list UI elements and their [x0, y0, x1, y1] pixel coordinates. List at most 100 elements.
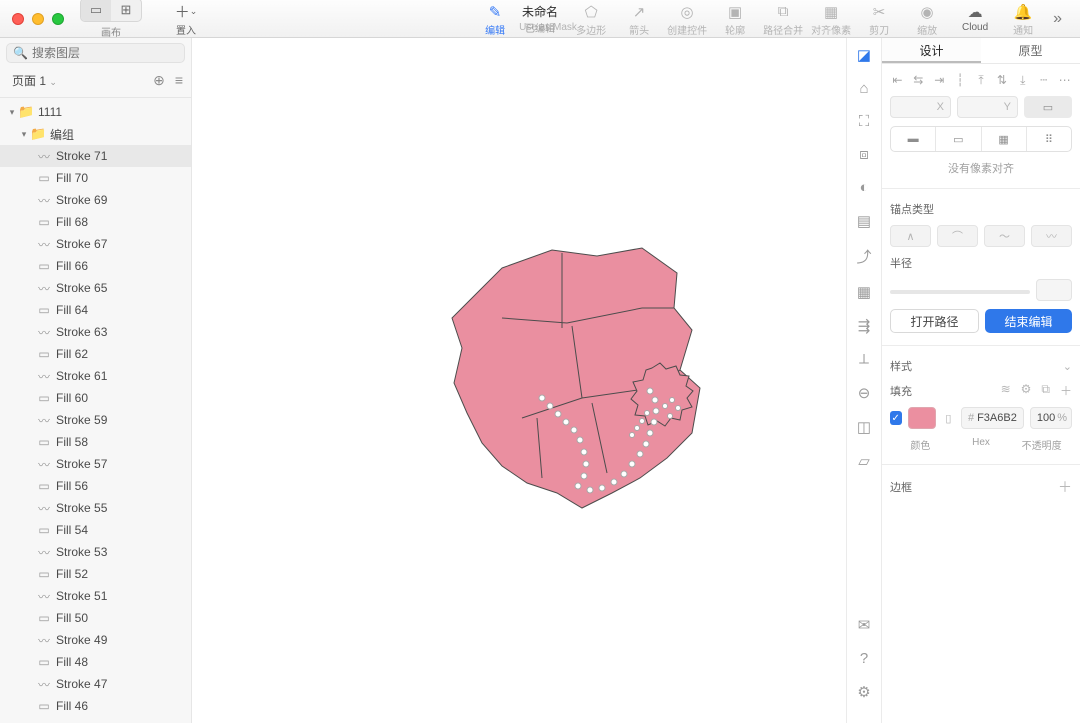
- toolbar-widget-button[interactable]: ◎创建控件: [663, 0, 711, 37]
- canvas-view-icon[interactable]: ▭: [81, 0, 111, 21]
- toolbar-notify-button[interactable]: 🔔通知: [999, 0, 1047, 37]
- add-page-button[interactable]: ⊕: [153, 72, 165, 89]
- radius-slider[interactable]: [890, 290, 1030, 294]
- open-path-button[interactable]: 打开路径: [890, 309, 979, 333]
- shape-icon[interactable]: ◫: [857, 418, 871, 436]
- flow-icon[interactable]: ⇶: [858, 317, 871, 335]
- image-icon[interactable]: ▤: [857, 212, 871, 230]
- puzzle-icon[interactable]: ⛶: [859, 113, 870, 130]
- toolbar-cloud-button[interactable]: ☁Cloud: [951, 0, 999, 33]
- layer-row[interactable]: ▭Fill 56: [0, 475, 191, 497]
- toolbar-pathop-button[interactable]: ⧉路径合并: [759, 0, 807, 37]
- toolbar-mask-button[interactable]: ◔Use as Mask: [519, 0, 567, 33]
- camera-icon[interactable]: ⧈: [859, 146, 869, 163]
- anchor-disconnect-icon[interactable]: 〰: [1031, 225, 1072, 247]
- y-input[interactable]: Y: [957, 96, 1018, 118]
- mail-icon[interactable]: ✉: [858, 616, 871, 634]
- finish-edit-button[interactable]: 结束编辑: [985, 309, 1072, 333]
- upload-icon[interactable]: ⤴: [856, 246, 871, 267]
- toolbar-overflow-button[interactable]: »: [1047, 10, 1068, 28]
- layer-row[interactable]: ▭Fill 68: [0, 211, 191, 233]
- layer-row[interactable]: ▭Fill 58: [0, 431, 191, 453]
- layer-folder-root[interactable]: ▾ 📁 1111: [0, 101, 191, 123]
- toolbar-arrow-button[interactable]: ↗箭头: [615, 0, 663, 37]
- palette-icon[interactable]: ◐: [859, 179, 868, 196]
- disclosure-triangle-icon[interactable]: ▾: [18, 129, 30, 140]
- align-left-icon[interactable]: ⇤: [890, 72, 905, 88]
- bookmark-icon[interactable]: ▱: [858, 452, 870, 470]
- fill-hex-input[interactable]: #F3A6B2: [961, 407, 1024, 429]
- align-bottom-icon[interactable]: ⤓: [1015, 72, 1030, 88]
- layer-row[interactable]: 〰Stroke 53: [0, 541, 191, 563]
- toolbar-edit-button[interactable]: ✎编辑: [471, 0, 519, 37]
- close-window-button[interactable]: [12, 13, 24, 25]
- layer-row[interactable]: 〰Stroke 55: [0, 497, 191, 519]
- layer-row[interactable]: 〰Stroke 61: [0, 365, 191, 387]
- radius-input[interactable]: [1036, 279, 1072, 301]
- anchor-straight-icon[interactable]: ∧: [890, 225, 931, 247]
- add-fill-button[interactable]: ＋: [1060, 382, 1072, 399]
- fill-copy-icon[interactable]: ⧉: [1041, 382, 1050, 399]
- layer-list[interactable]: ▾ 📁 1111 ▾ 📁 编组 〰Stroke 71▭Fill 70〰Strok…: [0, 98, 191, 723]
- fill-layers-icon[interactable]: ≋: [1001, 382, 1011, 399]
- tab-prototype[interactable]: 原型: [981, 38, 1080, 63]
- align-vcenter-icon[interactable]: ⇅: [994, 72, 1009, 88]
- layer-row[interactable]: ▭Fill 62: [0, 343, 191, 365]
- layer-row[interactable]: 〰Stroke 63: [0, 321, 191, 343]
- layer-row[interactable]: 〰Stroke 71: [0, 145, 191, 167]
- layer-row[interactable]: ▭Fill 70: [0, 167, 191, 189]
- layer-row[interactable]: 〰Stroke 67: [0, 233, 191, 255]
- settings-icon[interactable]: ⚙: [857, 683, 870, 701]
- view-mode-segment[interactable]: ▭ ⊞: [80, 0, 142, 22]
- layer-row[interactable]: 〰Stroke 65: [0, 277, 191, 299]
- inspector-tab-icon[interactable]: ◪: [857, 46, 871, 64]
- toolbar-outline-button[interactable]: ▣轮廓: [711, 0, 759, 37]
- canvas[interactable]: [192, 38, 846, 723]
- layer-row[interactable]: 〰Stroke 47: [0, 673, 191, 695]
- help-icon[interactable]: ?: [860, 650, 868, 667]
- ruler-icon[interactable]: ⟂: [859, 351, 869, 368]
- add-border-button[interactable]: ＋: [1058, 477, 1072, 497]
- fill-opacity-input[interactable]: 100%: [1030, 407, 1072, 429]
- display-dots-icon[interactable]: ⠿: [1026, 127, 1071, 151]
- toolbar-insert-button[interactable]: ＋ ⌄置入: [162, 0, 210, 37]
- layer-row[interactable]: 〰Stroke 49: [0, 629, 191, 651]
- distribute-v-icon[interactable]: ┄: [1036, 72, 1051, 88]
- layer-row[interactable]: ▭Fill 60: [0, 387, 191, 409]
- anchor-type-segment[interactable]: ∧ ⌒ ～ 〰: [890, 225, 1072, 247]
- toolbar-scissor-button[interactable]: ✂剪刀: [855, 0, 903, 37]
- fill-mode-icon[interactable]: ▯: [942, 412, 955, 425]
- fill-settings-icon[interactable]: ⚙: [1021, 382, 1032, 399]
- toolbar-pixel-button[interactable]: ▦对齐像素: [807, 0, 855, 37]
- minus-icon[interactable]: ⊖: [858, 384, 871, 402]
- align-right-icon[interactable]: ⇥: [932, 72, 947, 88]
- home-icon[interactable]: ⌂: [859, 80, 868, 97]
- search-input[interactable]: [32, 46, 178, 60]
- toolbar-zoom-button[interactable]: ◉缩放: [903, 0, 951, 37]
- tab-design[interactable]: 设计: [882, 38, 981, 63]
- maximize-window-button[interactable]: [52, 13, 64, 25]
- display-mode-segment[interactable]: ▬ ▭ ▦ ⠿: [890, 126, 1072, 152]
- layer-search[interactable]: 🔍: [6, 43, 185, 63]
- anchor-mirror-icon[interactable]: ⌒: [937, 225, 978, 247]
- chevron-down-icon[interactable]: ⌄: [1063, 360, 1072, 373]
- align-hcenter-icon[interactable]: ⇆: [911, 72, 926, 88]
- distribute-h-icon[interactable]: ┆: [953, 72, 968, 88]
- toolbar-polygon-button[interactable]: ⬠多边形: [567, 0, 615, 37]
- layer-row[interactable]: ▭Fill 48: [0, 651, 191, 673]
- align-top-icon[interactable]: ⤒: [974, 72, 989, 88]
- fill-enabled-checkbox[interactable]: ✓: [890, 411, 902, 425]
- fill-color-swatch[interactable]: [908, 407, 936, 429]
- display-grid-icon[interactable]: ▦: [981, 127, 1026, 151]
- layer-row[interactable]: ▭Fill 64: [0, 299, 191, 321]
- align-more-icon[interactable]: ⋯: [1057, 72, 1072, 88]
- layer-row[interactable]: 〰Stroke 59: [0, 409, 191, 431]
- grid-view-icon[interactable]: ⊞: [111, 0, 141, 21]
- x-input[interactable]: X: [890, 96, 951, 118]
- display-solid-icon[interactable]: ▬: [891, 127, 935, 151]
- layer-row[interactable]: 〰Stroke 57: [0, 453, 191, 475]
- anchor-asym-icon[interactable]: ～: [984, 225, 1025, 247]
- layer-row[interactable]: ▭Fill 54: [0, 519, 191, 541]
- layer-row[interactable]: ▭Fill 52: [0, 563, 191, 585]
- layer-row[interactable]: 〰Stroke 69: [0, 189, 191, 211]
